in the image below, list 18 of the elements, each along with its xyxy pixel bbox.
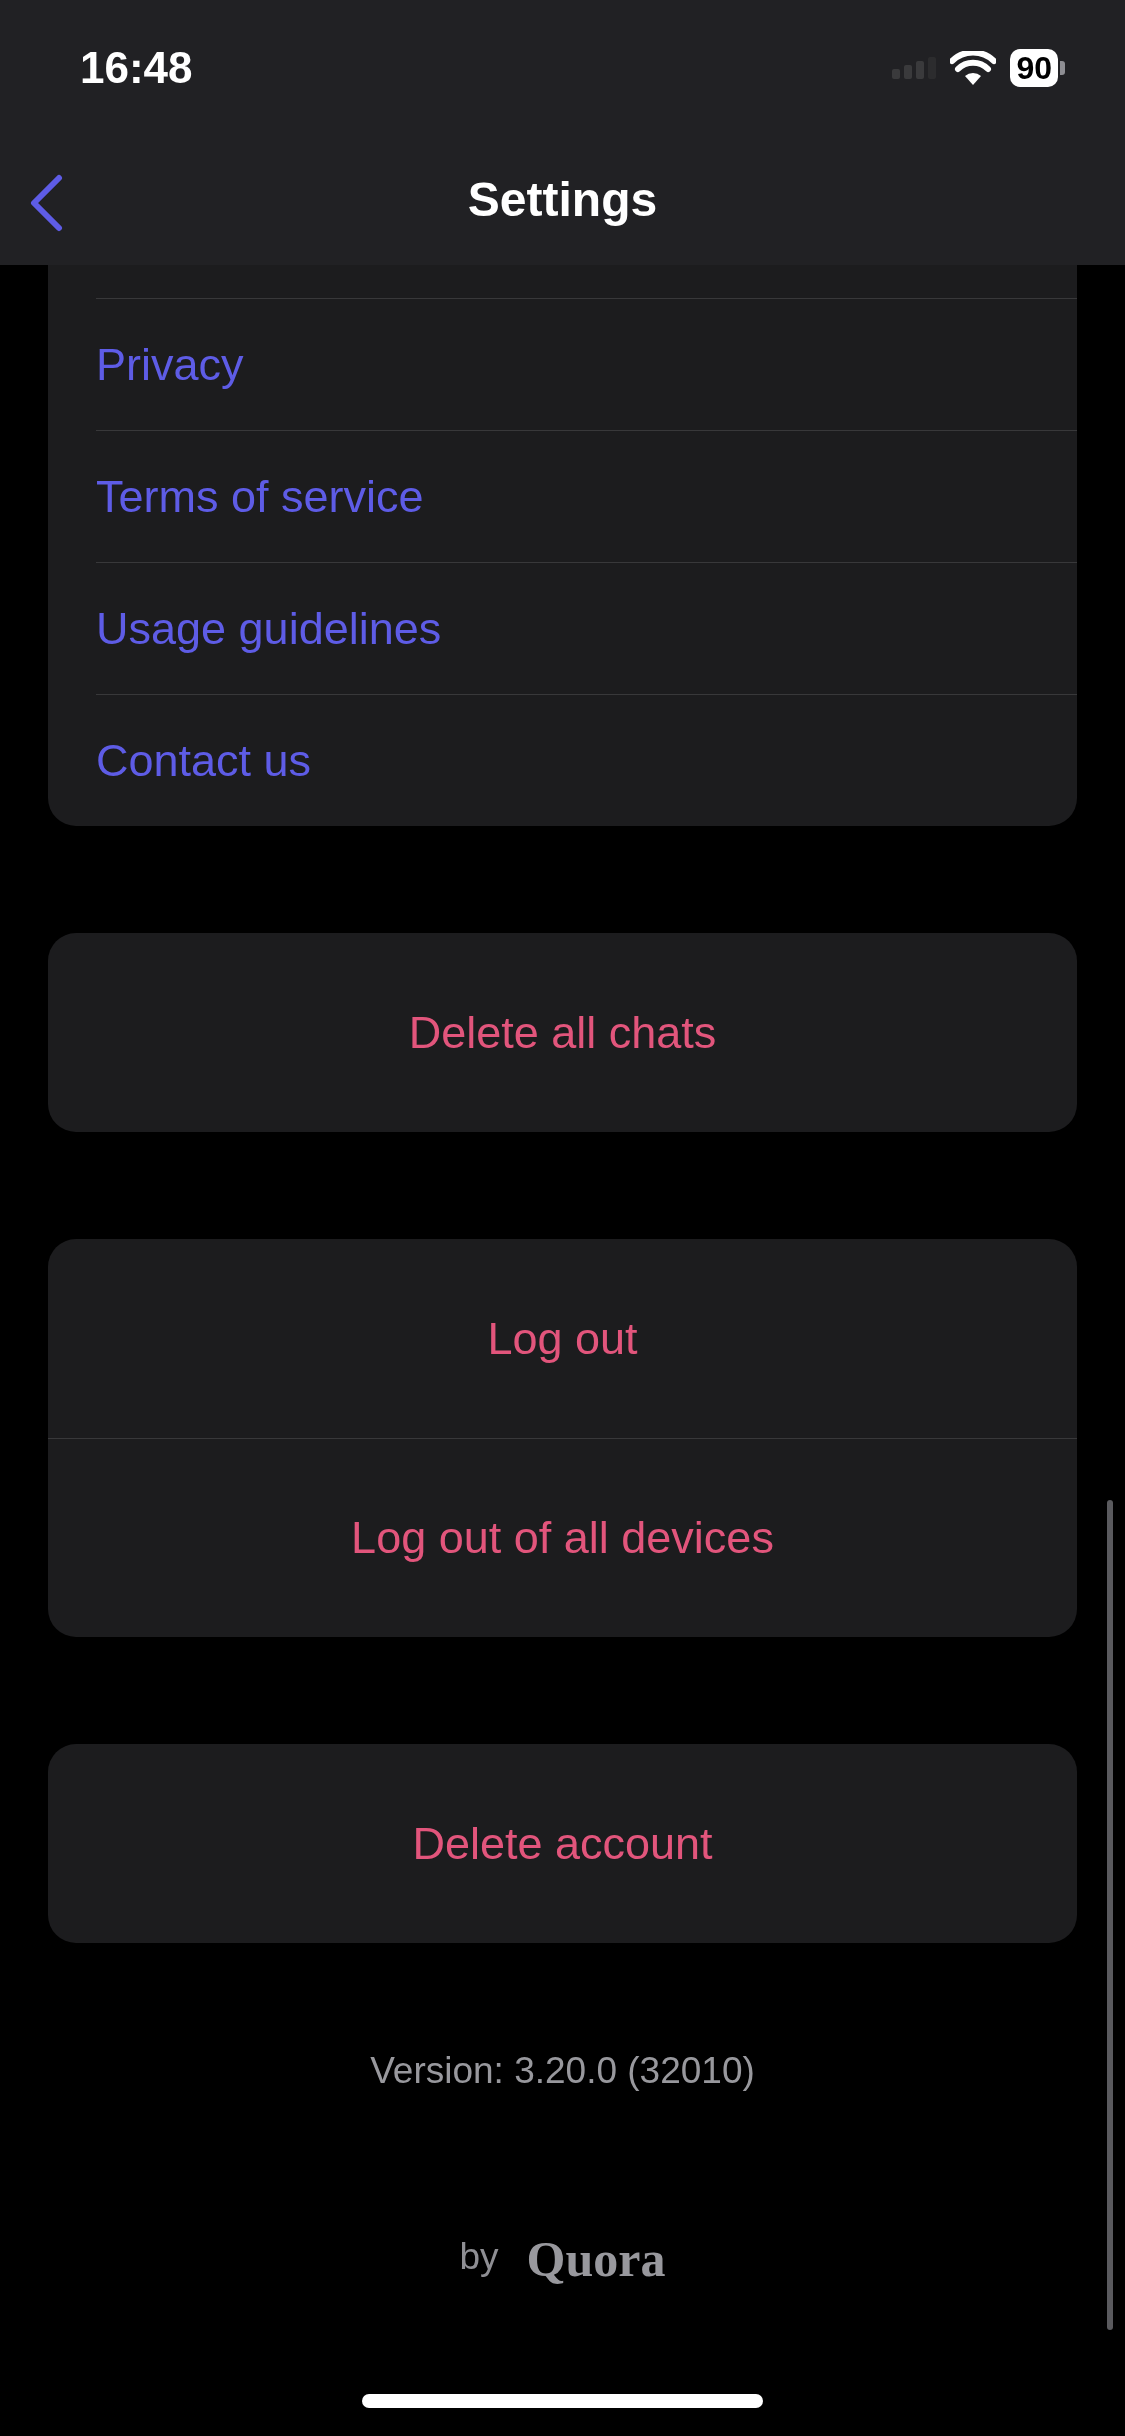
back-chevron-icon [29, 174, 63, 232]
wifi-icon [950, 50, 997, 85]
battery-cap-icon [1060, 60, 1065, 75]
status-time: 16:48 [80, 41, 193, 94]
action-button[interactable]: Log out [487, 1304, 638, 1373]
action-button[interactable]: Delete all chats [408, 998, 717, 1067]
action-button[interactable]: Log out of all devices [351, 1504, 774, 1572]
signal-icon [892, 56, 937, 79]
battery-level: 90 [1010, 48, 1058, 87]
page-title: Settings [467, 172, 658, 228]
settings-link[interactable]: Terms of service [96, 462, 424, 531]
settings-link[interactable]: Contact us [96, 726, 312, 795]
action-button[interactable]: Delete account [412, 1809, 713, 1878]
by-text: by [459, 2234, 499, 2279]
brand-logo: Quora [526, 2234, 666, 2284]
settings-link[interactable]: Usage guidelines [96, 594, 442, 663]
version-text: Version: 3.20.0 (32010) [370, 2049, 755, 2093]
settings-link[interactable]: Privacy [96, 330, 244, 399]
